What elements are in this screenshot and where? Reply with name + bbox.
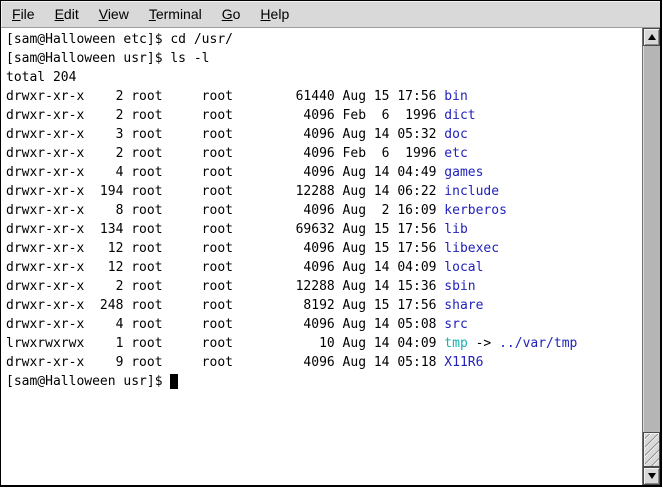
terminal-line: drwxr-xr-x 4 root root 4096 Aug 14 05:08… (6, 315, 642, 334)
menu-bar: FileEditViewTerminalGoHelp (1, 1, 660, 28)
terminal-line: [sam@Halloween usr]$ (6, 372, 642, 391)
scrollbar-thumb[interactable] (643, 432, 660, 467)
menu-item-mnemonic: E (55, 6, 64, 22)
terminal-line: drwxr-xr-x 194 root root 12288 Aug 14 06… (6, 182, 642, 201)
terminal-cursor (170, 374, 178, 389)
terminal-line: drwxr-xr-x 12 root root 4096 Aug 15 17:5… (6, 239, 642, 258)
menu-item-view[interactable]: View (89, 2, 139, 27)
terminal-line: drwxr-xr-x 9 root root 4096 Aug 14 05:18… (6, 353, 642, 372)
menu-item-mnemonic: T (149, 6, 156, 22)
terminal-line: lrwxrwxrwx 1 root root 10 Aug 14 04:09 t… (6, 334, 642, 353)
menu-item-help[interactable]: Help (250, 2, 299, 27)
menu-item-mnemonic: V (99, 6, 108, 22)
terminal-line: drwxr-xr-x 248 root root 8192 Aug 15 17:… (6, 296, 642, 315)
menu-item-go[interactable]: Go (212, 2, 251, 27)
terminal-window: FileEditViewTerminalGoHelp [sam@Hallowee… (0, 0, 662, 487)
menu-item-mnemonic: H (260, 6, 270, 22)
terminal-line: total 204 (6, 68, 642, 87)
window-content: [sam@Halloween etc]$ cd /usr/[sam@Hallow… (1, 28, 660, 485)
triangle-up-icon (648, 34, 656, 40)
menu-item-terminal[interactable]: Terminal (139, 2, 212, 27)
terminal-line: drwxr-xr-x 134 root root 69632 Aug 15 17… (6, 220, 642, 239)
terminal-line: drwxr-xr-x 2 root root 4096 Feb 6 1996 d… (6, 106, 642, 125)
menu-item-mnemonic: F (12, 6, 21, 22)
terminal-line: drwxr-xr-x 2 root root 61440 Aug 15 17:5… (6, 87, 642, 106)
scrollbar-trough[interactable] (643, 46, 660, 467)
terminal-screen[interactable]: [sam@Halloween etc]$ cd /usr/[sam@Hallow… (1, 28, 642, 485)
menu-item-file[interactable]: File (2, 2, 45, 27)
terminal-line: drwxr-xr-x 3 root root 4096 Aug 14 05:32… (6, 125, 642, 144)
terminal-line: drwxr-xr-x 4 root root 4096 Aug 14 04:49… (6, 163, 642, 182)
scroll-down-button[interactable] (643, 467, 660, 485)
terminal-line: drwxr-xr-x 2 root root 4096 Feb 6 1996 e… (6, 144, 642, 163)
scroll-up-button[interactable] (643, 28, 660, 46)
terminal-line: drwxr-xr-x 2 root root 12288 Aug 14 15:3… (6, 277, 642, 296)
menu-item-edit[interactable]: Edit (45, 2, 89, 27)
terminal-line: [sam@Halloween etc]$ cd /usr/ (6, 30, 642, 49)
terminal-line: [sam@Halloween usr]$ ls -l (6, 49, 642, 68)
scrollbar[interactable] (642, 28, 660, 485)
triangle-down-icon (648, 473, 656, 479)
menu-item-mnemonic: G (222, 6, 233, 22)
terminal-line: drwxr-xr-x 12 root root 4096 Aug 14 04:0… (6, 258, 642, 277)
terminal-line: drwxr-xr-x 8 root root 4096 Aug 2 16:09 … (6, 201, 642, 220)
